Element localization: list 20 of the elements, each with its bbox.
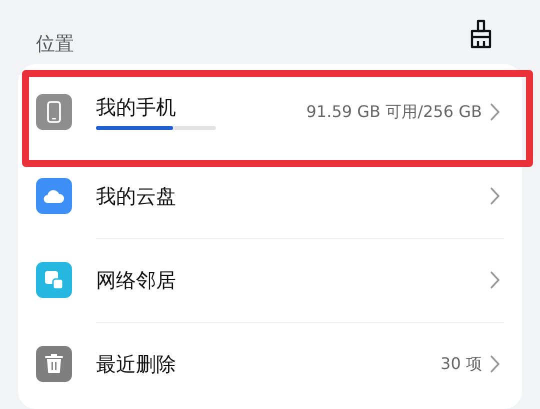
brush-icon[interactable] (468, 19, 494, 49)
phone-icon (47, 101, 61, 123)
location-detail: 30 项 (440, 353, 482, 375)
location-item[interactable]: 我的手机 91.59 GB 可用/256 GB (18, 70, 522, 154)
location-label: 我的云盘 (96, 183, 176, 209)
location-detail: 91.59 GB 可用/256 GB (306, 101, 482, 123)
section-title: 位置 (36, 32, 74, 57)
chevron-right-icon (490, 187, 500, 205)
trash-icon (45, 354, 63, 374)
squares-icon (44, 270, 64, 290)
location-label: 最近删除 (96, 351, 176, 377)
location-item[interactable]: 最近删除 30 项 (18, 322, 522, 406)
cloud-icon (43, 189, 65, 203)
location-label: 我的手机 (96, 94, 177, 120)
chevron-right-icon (490, 271, 500, 289)
chevron-right-icon (490, 103, 500, 121)
location-item[interactable]: 网络邻居 (18, 238, 522, 322)
location-item[interactable]: 我的云盘 (18, 154, 522, 238)
chevron-right-icon (490, 355, 500, 373)
location-label: 网络邻居 (96, 267, 176, 293)
